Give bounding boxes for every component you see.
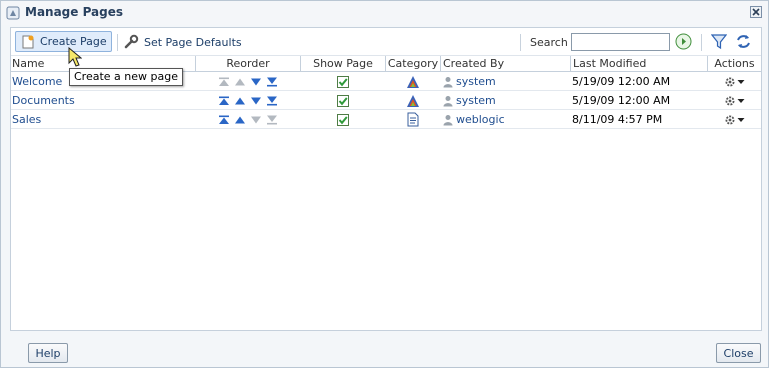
move-down-icon[interactable] bbox=[249, 77, 263, 87]
close-icon[interactable] bbox=[750, 6, 762, 18]
move-up-icon[interactable] bbox=[233, 115, 247, 125]
actions-menu-button[interactable] bbox=[724, 95, 745, 107]
system-page-icon bbox=[406, 75, 419, 88]
refresh-icon[interactable] bbox=[735, 33, 752, 50]
toolbar-divider bbox=[117, 34, 118, 51]
manage-pages-dialog: Manage Pages Create Page Set Page Defaul… bbox=[0, 0, 769, 368]
column-header-show-page[interactable]: Show Page bbox=[300, 56, 385, 72]
system-page-icon bbox=[406, 94, 419, 107]
toolbar: Create Page Set Page Defaults Search bbox=[11, 28, 761, 56]
page-name-link[interactable]: Welcome bbox=[12, 75, 62, 88]
created-by-link[interactable]: system bbox=[456, 94, 496, 107]
document-page-icon bbox=[407, 112, 418, 127]
actions-menu-button[interactable] bbox=[724, 76, 745, 88]
move-bottom-icon[interactable] bbox=[265, 77, 279, 87]
chevron-down-icon bbox=[737, 98, 744, 103]
user-icon bbox=[443, 76, 453, 87]
column-header-category[interactable]: Category bbox=[385, 56, 440, 72]
checkbox-checked-icon[interactable] bbox=[336, 75, 349, 88]
tooltip: Create a new page bbox=[69, 68, 183, 86]
column-header-reorder: Reorder bbox=[195, 56, 300, 72]
move-up-icon[interactable] bbox=[233, 96, 247, 106]
column-header-last-modified[interactable]: Last Modified bbox=[570, 56, 707, 72]
toolbar-divider bbox=[701, 34, 702, 51]
move-down-icon[interactable] bbox=[249, 96, 263, 106]
dialog-titlebar: Manage Pages bbox=[1, 1, 768, 25]
toolbar-divider bbox=[520, 34, 521, 51]
pages-table: Name Reorder Show Page Category Created … bbox=[11, 56, 761, 129]
set-page-defaults-button[interactable]: Set Page Defaults bbox=[123, 33, 242, 51]
move-up-icon bbox=[234, 78, 245, 85]
help-button[interactable]: Help bbox=[28, 343, 68, 363]
move-top-icon[interactable] bbox=[217, 96, 231, 106]
move-down-icon bbox=[250, 116, 261, 123]
checkbox-checked-icon[interactable] bbox=[336, 113, 349, 126]
close-button[interactable]: Close bbox=[716, 343, 761, 363]
table-row: Documents system 5/19/09 12:00 AM bbox=[11, 91, 761, 110]
filter-icon[interactable] bbox=[711, 33, 727, 50]
created-by-link[interactable]: weblogic bbox=[456, 113, 505, 126]
gear-icon bbox=[725, 96, 734, 105]
move-top-icon[interactable] bbox=[217, 115, 231, 125]
search-go-icon[interactable] bbox=[675, 33, 692, 50]
search-input[interactable] bbox=[571, 33, 670, 51]
search-label: Search bbox=[530, 36, 568, 49]
user-icon bbox=[443, 114, 453, 125]
user-icon bbox=[443, 95, 453, 106]
column-header-created-by[interactable]: Created By bbox=[440, 56, 570, 72]
set-page-defaults-label: Set Page Defaults bbox=[144, 35, 242, 49]
reorder-controls bbox=[217, 77, 279, 87]
new-page-icon bbox=[22, 35, 34, 48]
move-bottom-icon[interactable] bbox=[265, 96, 279, 106]
table-row: Sales weblogic 8/11/09 4:57 PM bbox=[11, 110, 761, 129]
move-bottom-icon bbox=[266, 115, 277, 124]
chevron-down-icon bbox=[737, 79, 744, 84]
page-name-link[interactable]: Sales bbox=[12, 113, 41, 126]
wrench-icon bbox=[124, 34, 139, 49]
last-modified-value: 8/11/09 4:57 PM bbox=[572, 113, 663, 126]
last-modified-value: 5/19/09 12:00 AM bbox=[572, 94, 671, 107]
reorder-controls bbox=[217, 96, 279, 106]
gear-icon bbox=[725, 115, 734, 124]
column-header-actions: Actions bbox=[707, 56, 761, 72]
mouse-cursor-icon bbox=[68, 47, 82, 67]
gear-icon bbox=[725, 77, 734, 86]
actions-menu-button[interactable] bbox=[724, 114, 745, 126]
reorder-controls bbox=[217, 115, 279, 125]
checkbox-checked-icon[interactable] bbox=[336, 94, 349, 107]
page-name-link[interactable]: Documents bbox=[12, 94, 75, 107]
dialog-icon bbox=[6, 6, 20, 20]
last-modified-value: 5/19/09 12:00 AM bbox=[572, 75, 671, 88]
create-page-button[interactable]: Create Page bbox=[15, 31, 112, 52]
chevron-down-icon bbox=[737, 117, 744, 122]
created-by-link[interactable]: system bbox=[456, 75, 496, 88]
move-top-icon bbox=[218, 77, 229, 86]
dialog-title: Manage Pages bbox=[25, 5, 124, 19]
